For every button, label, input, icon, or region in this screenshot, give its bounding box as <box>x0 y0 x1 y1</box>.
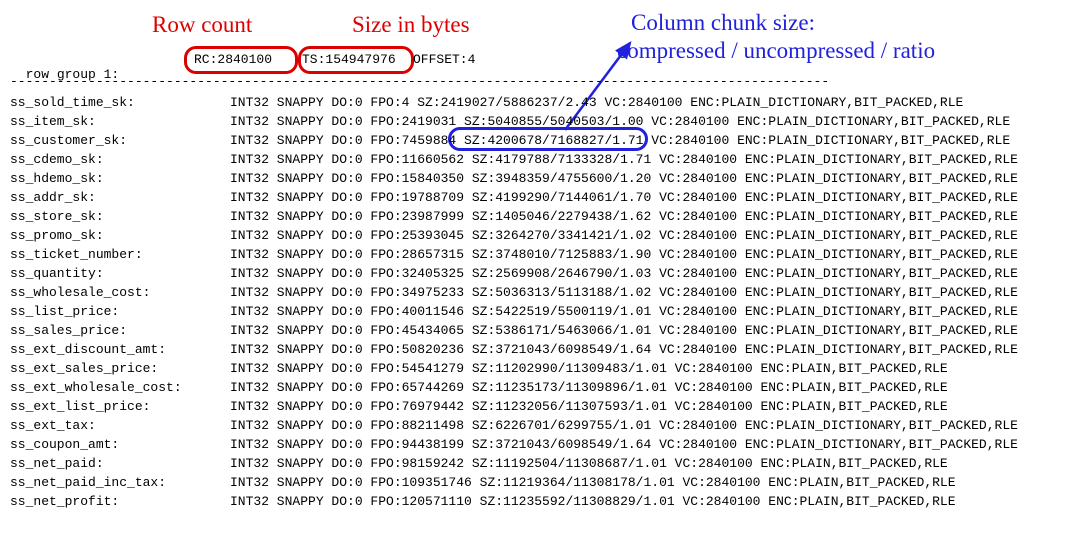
column-meta: INT32 SNAPPY DO:0 FPO:98159242 SZ:111925… <box>230 454 948 473</box>
column-row: ss_promo_sk:INT32 SNAPPY DO:0 FPO:253930… <box>10 226 1018 245</box>
column-name: ss_ext_wholesale_cost: <box>10 378 230 397</box>
column-row: ss_coupon_amt:INT32 SNAPPY DO:0 FPO:9443… <box>10 435 1018 454</box>
column-row: ss_ext_discount_amt:INT32 SNAPPY DO:0 FP… <box>10 340 1018 359</box>
column-meta: INT32 SNAPPY DO:0 FPO:88211498 SZ:622670… <box>230 416 1018 435</box>
annotation-chunk-size-l1: Column chunk size: <box>631 10 815 36</box>
column-meta: INT32 SNAPPY DO:0 FPO:7459884 SZ:4200678… <box>230 131 1010 150</box>
annotation-size-bytes: Size in bytes <box>352 12 470 38</box>
column-row: ss_sales_price:INT32 SNAPPY DO:0 FPO:454… <box>10 321 1018 340</box>
column-name: ss_sold_time_sk: <box>10 93 230 112</box>
column-name: ss_promo_sk: <box>10 226 230 245</box>
column-meta: INT32 SNAPPY DO:0 FPO:50820236 SZ:372104… <box>230 340 1018 359</box>
column-row: ss_ticket_number:INT32 SNAPPY DO:0 FPO:2… <box>10 245 1018 264</box>
column-name: ss_net_profit: <box>10 492 230 511</box>
column-name: ss_wholesale_cost: <box>10 283 230 302</box>
column-row: ss_item_sk:INT32 SNAPPY DO:0 FPO:2419031… <box>10 112 1018 131</box>
column-row: ss_ext_sales_price:INT32 SNAPPY DO:0 FPO… <box>10 359 1018 378</box>
column-row: ss_ext_list_price:INT32 SNAPPY DO:0 FPO:… <box>10 397 1018 416</box>
column-name: ss_sales_price: <box>10 321 230 340</box>
column-meta: INT32 SNAPPY DO:0 FPO:28657315 SZ:374801… <box>230 245 1018 264</box>
column-meta: INT32 SNAPPY DO:0 FPO:15840350 SZ:394835… <box>230 169 1018 188</box>
column-name: ss_net_paid: <box>10 454 230 473</box>
column-name: ss_net_paid_inc_tax: <box>10 473 230 492</box>
column-name: ss_hdemo_sk: <box>10 169 230 188</box>
column-name: ss_ticket_number: <box>10 245 230 264</box>
column-meta: INT32 SNAPPY DO:0 FPO:19788709 SZ:419929… <box>230 188 1018 207</box>
column-name: ss_coupon_amt: <box>10 435 230 454</box>
column-meta: INT32 SNAPPY DO:0 FPO:32405325 SZ:256990… <box>230 264 1018 283</box>
column-name: ss_customer_sk: <box>10 131 230 150</box>
column-name: ss_list_price: <box>10 302 230 321</box>
column-meta: INT32 SNAPPY DO:0 FPO:109351746 SZ:11219… <box>230 473 956 492</box>
column-row: ss_hdemo_sk:INT32 SNAPPY DO:0 FPO:158403… <box>10 169 1018 188</box>
column-name: ss_ext_sales_price: <box>10 359 230 378</box>
annotation-row-count: Row count <box>152 12 252 38</box>
column-row: ss_addr_sk:INT32 SNAPPY DO:0 FPO:1978870… <box>10 188 1018 207</box>
column-row: ss_store_sk:INT32 SNAPPY DO:0 FPO:239879… <box>10 207 1018 226</box>
column-row: ss_ext_wholesale_cost:INT32 SNAPPY DO:0 … <box>10 378 1018 397</box>
column-meta: INT32 SNAPPY DO:0 FPO:4 SZ:2419027/58862… <box>230 93 963 112</box>
column-name: ss_cdemo_sk: <box>10 150 230 169</box>
column-meta: INT32 SNAPPY DO:0 FPO:120571110 SZ:11235… <box>230 492 956 511</box>
column-row: ss_list_price:INT32 SNAPPY DO:0 FPO:4001… <box>10 302 1018 321</box>
column-meta: INT32 SNAPPY DO:0 FPO:23987999 SZ:140504… <box>230 207 1018 226</box>
column-row: ss_customer_sk:INT32 SNAPPY DO:0 FPO:745… <box>10 131 1018 150</box>
column-meta: INT32 SNAPPY DO:0 FPO:34975233 SZ:503631… <box>230 283 1018 302</box>
separator-line: ----------------------------------------… <box>10 74 829 89</box>
column-meta: INT32 SNAPPY DO:0 FPO:45434065 SZ:538617… <box>230 321 1018 340</box>
column-row: ss_sold_time_sk:INT32 SNAPPY DO:0 FPO:4 … <box>10 93 1018 112</box>
column-meta: INT32 SNAPPY DO:0 FPO:94438199 SZ:372104… <box>230 435 1018 454</box>
column-meta: INT32 SNAPPY DO:0 FPO:65744269 SZ:112351… <box>230 378 948 397</box>
column-name: ss_quantity: <box>10 264 230 283</box>
column-row: ss_ext_tax:INT32 SNAPPY DO:0 FPO:8821149… <box>10 416 1018 435</box>
column-row: ss_net_profit:INT32 SNAPPY DO:0 FPO:1205… <box>10 492 1018 511</box>
column-meta: INT32 SNAPPY DO:0 FPO:76979442 SZ:112320… <box>230 397 948 416</box>
row-group-rc: RC:2840100 <box>194 52 272 67</box>
column-name: ss_ext_tax: <box>10 416 230 435</box>
column-row: ss_quantity:INT32 SNAPPY DO:0 FPO:324053… <box>10 264 1018 283</box>
column-name: ss_store_sk: <box>10 207 230 226</box>
column-meta: INT32 SNAPPY DO:0 FPO:40011546 SZ:542251… <box>230 302 1018 321</box>
column-row: ss_net_paid:INT32 SNAPPY DO:0 FPO:981592… <box>10 454 1018 473</box>
row-group-ts: TS:154947976 <box>302 52 396 67</box>
column-row: ss_wholesale_cost:INT32 SNAPPY DO:0 FPO:… <box>10 283 1018 302</box>
column-meta: INT32 SNAPPY DO:0 FPO:25393045 SZ:326427… <box>230 226 1018 245</box>
column-list: ss_sold_time_sk:INT32 SNAPPY DO:0 FPO:4 … <box>10 93 1018 511</box>
annotation-chunk-size-l2: compressed / uncompressed / ratio <box>617 38 935 64</box>
column-meta: INT32 SNAPPY DO:0 FPO:2419031 SZ:5040855… <box>230 112 1010 131</box>
column-row: ss_cdemo_sk:INT32 SNAPPY DO:0 FPO:116605… <box>10 150 1018 169</box>
column-meta: INT32 SNAPPY DO:0 FPO:54541279 SZ:112029… <box>230 359 948 378</box>
row-group-offset: OFFSET:4 <box>413 52 475 67</box>
column-name: ss_ext_discount_amt: <box>10 340 230 359</box>
column-name: ss_item_sk: <box>10 112 230 131</box>
column-meta: INT32 SNAPPY DO:0 FPO:11660562 SZ:417978… <box>230 150 1018 169</box>
column-name: ss_ext_list_price: <box>10 397 230 416</box>
column-name: ss_addr_sk: <box>10 188 230 207</box>
column-row: ss_net_paid_inc_tax:INT32 SNAPPY DO:0 FP… <box>10 473 1018 492</box>
